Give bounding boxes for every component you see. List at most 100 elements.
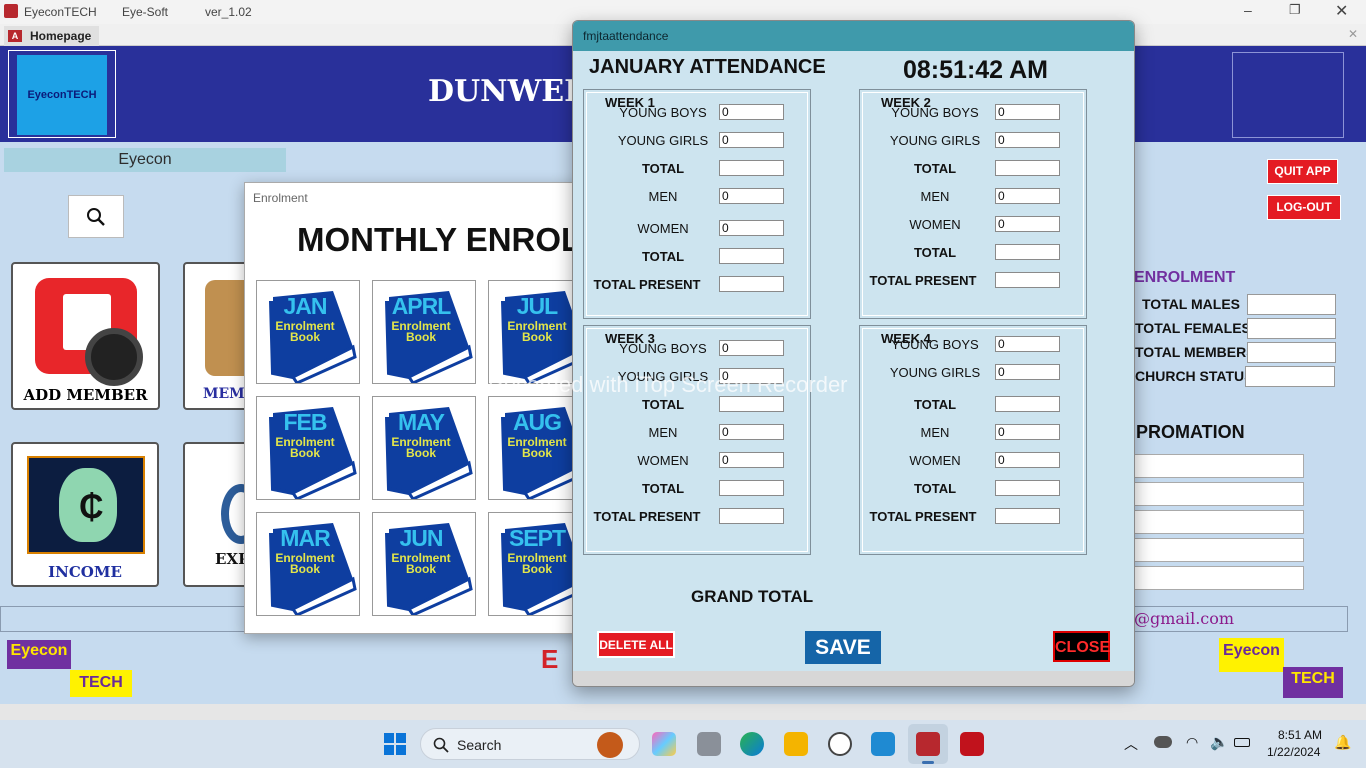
- week-3-men-field[interactable]: 0: [719, 424, 784, 440]
- close-window-icon[interactable]: ✕: [1335, 1, 1348, 21]
- clock-display: 08:51:42 AM: [903, 56, 1048, 84]
- week-4-young-girls-field[interactable]: 0: [995, 364, 1060, 380]
- week-3-young-boys-label: YOUNG BOYS: [619, 341, 707, 356]
- promotion-line-5[interactable]: [1134, 566, 1304, 590]
- total-females-field[interactable]: [1247, 318, 1336, 339]
- month-label: JUN: [399, 525, 443, 551]
- chevron-up-icon[interactable]: ︿: [1124, 734, 1138, 754]
- week-2-women-field[interactable]: 0: [995, 216, 1060, 232]
- tech-badge-right: TECH: [1283, 667, 1343, 698]
- cloud-icon[interactable]: [1154, 736, 1172, 748]
- week-4-young-boys-field[interactable]: 0: [995, 336, 1060, 352]
- week-2-total-field[interactable]: [995, 244, 1060, 260]
- week-2-young-boys-field[interactable]: 0: [995, 104, 1060, 120]
- promotion-line-4[interactable]: [1134, 538, 1304, 562]
- total-males-field[interactable]: [1247, 294, 1336, 315]
- book-line2: Book: [290, 562, 320, 576]
- week-4-total-field[interactable]: [995, 480, 1060, 496]
- tab-homepage[interactable]: A Homepage: [4, 26, 100, 46]
- week-2-total-present-field[interactable]: [995, 272, 1060, 288]
- restore-icon[interactable]: ❐: [1289, 2, 1301, 18]
- enrolment-book-aprl[interactable]: APRL Enrolment Book: [372, 280, 476, 384]
- save-button[interactable]: SAVE: [805, 631, 881, 664]
- promotion-line-1[interactable]: [1134, 454, 1304, 478]
- attendance-footer-strip: [573, 671, 1134, 686]
- enrolment-book-may[interactable]: MAY Enrolment Book: [372, 396, 476, 500]
- week-1-young-boys-field[interactable]: 0: [719, 104, 784, 120]
- expense-button[interactable]: EXP: [183, 442, 261, 587]
- wifi-icon[interactable]: ◠: [1186, 734, 1198, 751]
- clock-time[interactable]: 8:51 AM: [1278, 728, 1322, 742]
- access-taskbar-icon[interactable]: [908, 724, 948, 764]
- week-3-total-present-field[interactable]: [719, 508, 784, 524]
- file-explorer-icon[interactable]: [784, 732, 808, 756]
- week-4-young-girls-label: YOUNG GIRLS: [889, 365, 981, 380]
- week-2-men-field[interactable]: 0: [995, 188, 1060, 204]
- income-button[interactable]: ₵ INCOME: [11, 442, 159, 587]
- week-3-women-field[interactable]: 0: [719, 452, 784, 468]
- week-4-men-field[interactable]: 0: [995, 424, 1060, 440]
- week-1-women-field[interactable]: 0: [719, 220, 784, 236]
- footer-center-text: E: [541, 644, 559, 674]
- week-3-total-field[interactable]: [719, 396, 784, 412]
- week-4-total-field[interactable]: [995, 396, 1060, 412]
- total-members-field[interactable]: [1247, 342, 1336, 363]
- notification-bell-icon[interactable]: 🔔: [1334, 734, 1351, 751]
- screen-recorder-icon[interactable]: [960, 732, 984, 756]
- month-label: SEPT: [508, 525, 566, 551]
- week-4-women-field[interactable]: 0: [995, 452, 1060, 468]
- enrolment-book-jun[interactable]: JUN Enrolment Book: [372, 512, 476, 616]
- search-button[interactable]: [68, 195, 124, 238]
- close-tab-icon[interactable]: ✕: [1348, 27, 1358, 41]
- copilot-icon[interactable]: [652, 732, 676, 756]
- week-1-young-boys-label: YOUNG BOYS: [619, 105, 707, 120]
- taskbar-search-box[interactable]: Search: [420, 728, 640, 760]
- delete-all-button[interactable]: DELETE ALL: [597, 631, 675, 658]
- close-button[interactable]: CLOSE: [1053, 631, 1110, 662]
- week-1-young-girls-field[interactable]: 0: [719, 132, 784, 148]
- total-members-label: TOTAL MEMBERS: [1135, 344, 1247, 360]
- battery-icon[interactable]: [1234, 738, 1250, 747]
- quit-app-button[interactable]: QUIT APP: [1267, 159, 1338, 184]
- enrolment-book-jan[interactable]: JAN Enrolment Book: [256, 280, 360, 384]
- enrolment-book-aug[interactable]: AUG Enrolment Book: [488, 396, 574, 500]
- chatgpt-icon[interactable]: [828, 732, 852, 756]
- volume-icon[interactable]: 🔈: [1210, 733, 1229, 751]
- add-member-button[interactable]: ADD MEMBER: [11, 262, 160, 410]
- week-2-total-field[interactable]: [995, 160, 1060, 176]
- week-1-women-label: WOMEN: [637, 221, 689, 236]
- camera-lens-icon: [85, 328, 143, 386]
- members-button[interactable]: MEME: [183, 262, 255, 410]
- edge-icon[interactable]: [740, 732, 764, 756]
- week-3-young-boys-field[interactable]: 0: [719, 340, 784, 356]
- enrolment-book-sept[interactable]: SEPT Enrolment Book: [488, 512, 574, 616]
- week-1-total-field[interactable]: [719, 160, 784, 176]
- book-line2: Book: [522, 562, 552, 576]
- tech-badge-left: TECH: [70, 670, 132, 697]
- attendance-dialog-title: fmjtaattendance: [573, 21, 1134, 51]
- windows-start-icon[interactable]: [384, 733, 406, 755]
- promotion-line-2[interactable]: [1134, 482, 1304, 506]
- church-status-field[interactable]: [1245, 366, 1335, 387]
- week-1-total-field[interactable]: [719, 248, 784, 264]
- book-line2: Book: [406, 562, 436, 576]
- logo: EyeconTECH: [8, 50, 116, 138]
- week-4-total-label: TOTAL: [913, 397, 957, 412]
- week-2-young-girls-field[interactable]: 0: [995, 132, 1060, 148]
- week-1-men-field[interactable]: 0: [719, 188, 784, 204]
- vscode-icon[interactable]: [871, 732, 895, 756]
- logout-button[interactable]: LOG-OUT: [1267, 195, 1341, 220]
- enrolment-book-jul[interactable]: JUL Enrolment Book: [488, 280, 574, 384]
- clock-date[interactable]: 1/22/2024: [1267, 745, 1320, 759]
- enrolment-book-feb[interactable]: FEB Enrolment Book: [256, 396, 360, 500]
- week-3-total-field[interactable]: [719, 480, 784, 496]
- task-view-icon[interactable]: [697, 732, 721, 756]
- month-label: FEB: [283, 409, 328, 435]
- week-4-women-label: WOMEN: [909, 453, 961, 468]
- week-2-women-label: WOMEN: [909, 217, 961, 232]
- week-4-total-present-field[interactable]: [995, 508, 1060, 524]
- enrolment-book-mar[interactable]: MAR Enrolment Book: [256, 512, 360, 616]
- promotion-line-3[interactable]: [1134, 510, 1304, 534]
- minimize-icon[interactable]: –: [1244, 2, 1252, 18]
- week-1-total-present-field[interactable]: [719, 276, 784, 292]
